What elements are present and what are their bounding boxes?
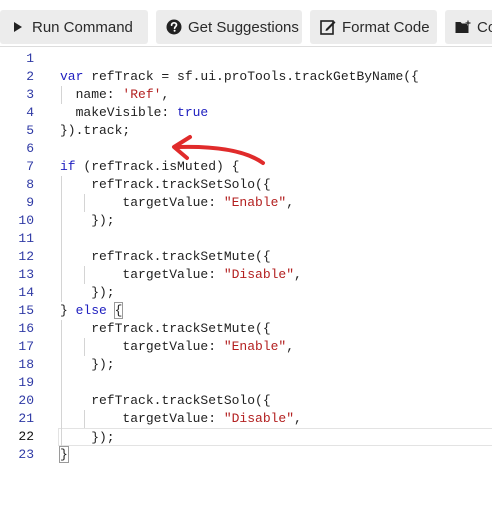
indent-guide <box>61 320 62 446</box>
code-line[interactable]: }); <box>60 212 492 230</box>
keyword-token: var <box>60 69 84 84</box>
format-code-label: Format Code <box>342 18 430 36</box>
code-token: }).track; <box>60 123 131 138</box>
code-line[interactable]: } else { <box>60 302 492 320</box>
keyword-token: else <box>75 303 107 318</box>
play-icon <box>10 19 26 35</box>
line-number: 12 <box>18 249 34 264</box>
indent-guide <box>84 266 85 284</box>
code-line[interactable]: var refTrack = sf.ui.proTools.trackGetBy… <box>60 68 492 86</box>
line-number: 1 <box>26 51 34 66</box>
indent-guide <box>61 86 62 104</box>
code-token: , <box>286 339 295 354</box>
code-line[interactable] <box>60 230 492 248</box>
code-line[interactable]: }); <box>60 356 492 374</box>
code-line[interactable]: targetValue: "Disable", <box>60 410 492 428</box>
code-token: , <box>294 267 302 282</box>
matched-bracket: } <box>59 446 69 463</box>
get-suggestions-button[interactable]: Get Suggestions <box>156 10 302 44</box>
edit-icon <box>320 19 336 35</box>
code-token: , <box>294 411 302 426</box>
question-circle-icon <box>166 19 182 35</box>
indent-guide <box>84 338 85 356</box>
active-code-line[interactable]: }); <box>58 428 492 446</box>
code-token: }); <box>60 357 115 372</box>
code-line[interactable]: refTrack.trackSetMute({ <box>60 320 492 338</box>
line-number: 9 <box>26 195 34 210</box>
code-token: refTrack = sf.ui.proTools.trackGetByName… <box>83 69 419 84</box>
line-number: 17 <box>18 339 34 354</box>
line-number: 6 <box>26 141 34 156</box>
run-command-button[interactable]: Run Command <box>0 10 148 44</box>
line-number: 7 <box>26 159 34 174</box>
code-line[interactable]: } <box>59 446 492 464</box>
code-line[interactable]: name: 'Ref', <box>60 86 492 104</box>
code-line[interactable]: refTrack.trackSetMute({ <box>60 248 492 266</box>
code-editor[interactable]: 1 2 3 4 5 6 7 8 9 10 11 12 13 14 15 16 17 18 19 20 21 22 23 va… <box>0 50 492 470</box>
format-code-button[interactable]: Format Code <box>310 10 437 44</box>
code-line[interactable]: targetValue: "Disable", <box>60 266 492 284</box>
string-token: "Disable" <box>223 411 295 426</box>
code-line[interactable] <box>60 50 492 68</box>
line-number: 18 <box>18 357 34 372</box>
line-number: 21 <box>18 411 34 426</box>
code-token: refTrack.trackSetMute({ <box>60 321 271 336</box>
string-token: "Disable" <box>223 267 295 282</box>
code-token: , <box>161 87 170 102</box>
get-suggestions-label: Get Suggestions <box>188 18 299 36</box>
code-line[interactable]: targetValue: "Enable", <box>60 338 492 356</box>
line-number: 11 <box>18 231 34 246</box>
run-command-label: Run Command <box>32 18 133 36</box>
create-folder-button[interactable]: Co <box>445 10 492 44</box>
code-line[interactable]: targetValue: "Enable", <box>60 194 492 212</box>
matched-bracket: { <box>113 302 124 319</box>
annotation-arrow <box>172 135 265 165</box>
code-token: name: <box>60 87 123 102</box>
string-token: "Enable" <box>223 339 287 354</box>
code-token: , <box>286 195 295 210</box>
line-number: 2 <box>26 69 34 84</box>
string-token: 'Ref' <box>122 87 162 102</box>
keyword-token: true <box>177 105 209 120</box>
toolbar: Run Command Get Suggestions Format Code <box>0 0 492 47</box>
code-token: refTrack.trackSetSolo({ <box>60 393 271 408</box>
line-number: 4 <box>26 105 34 120</box>
create-label: Co <box>477 18 492 36</box>
code-token: }); <box>60 430 115 445</box>
line-number: 10 <box>18 213 34 228</box>
line-number: 8 <box>26 177 34 192</box>
line-number: 13 <box>18 267 34 282</box>
line-number: 3 <box>26 87 34 102</box>
line-number: 20 <box>18 393 34 408</box>
code-token: }); <box>60 285 115 300</box>
indent-guide <box>84 410 85 428</box>
line-number: 14 <box>18 285 34 300</box>
line-number: 5 <box>26 123 34 138</box>
line-number: 22 <box>18 429 34 444</box>
line-number: 16 <box>18 321 34 336</box>
folder-add-icon <box>455 19 471 35</box>
code-token: makeVisible: <box>60 105 178 120</box>
code-line[interactable] <box>60 374 492 392</box>
line-number: 23 <box>18 447 34 462</box>
script-editor-page: Run Command Get Suggestions Format Code <box>0 0 492 508</box>
code-token: refTrack.trackSetMute({ <box>60 249 271 264</box>
indent-guide <box>61 176 62 302</box>
keyword-token: if <box>60 159 76 174</box>
line-number: 19 <box>18 375 34 390</box>
string-token: "Enable" <box>223 195 287 210</box>
code-token: } <box>60 303 76 318</box>
code-line[interactable]: }); <box>60 284 492 302</box>
code-token: }); <box>60 213 115 228</box>
line-number: 15 <box>18 303 34 318</box>
code-line[interactable]: refTrack.trackSetSolo({ <box>60 392 492 410</box>
indent-guide <box>84 194 85 212</box>
